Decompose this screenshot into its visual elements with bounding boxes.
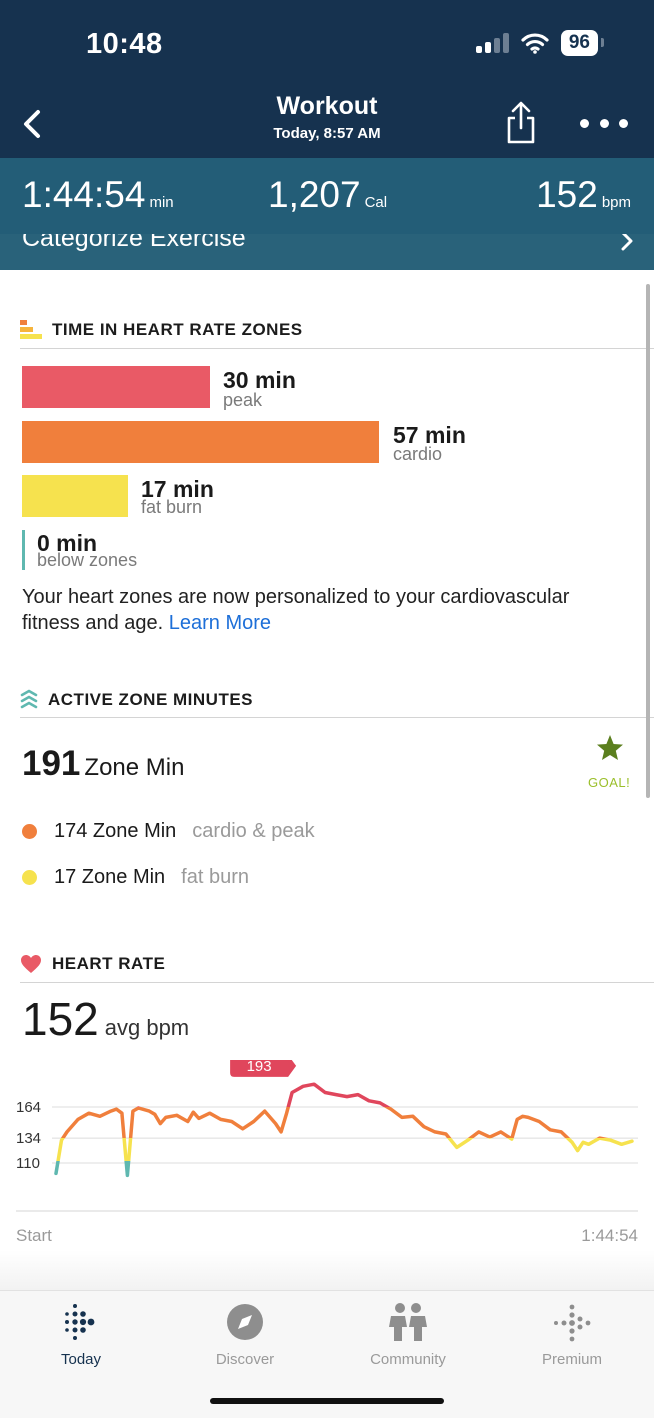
duration-stat: 1:44:54 min [22, 174, 174, 216]
heart-icon [21, 955, 41, 973]
zone-minutes-total: 191 Zone Min [22, 744, 184, 784]
tab-community-label: Community [370, 1351, 446, 1368]
heart-rate-value: 152 [536, 174, 598, 215]
calories-value: 1,207 [268, 174, 361, 215]
chevron-right-icon [621, 234, 633, 251]
zone-minutes-total-label: Zone Min [84, 754, 185, 781]
cardio-dot-icon [22, 824, 37, 839]
y-tick-label: 110 [16, 1155, 40, 1172]
average-heart-rate-value: 152 [22, 993, 99, 1045]
calories-unit: Cal [364, 194, 388, 211]
cardio-peak-zone-minutes-row: 174 Zone Min cardio & peak [22, 820, 315, 843]
fat-burn-zone-minutes-row: 17 Zone Min fat burn [22, 866, 249, 889]
section-title: TIME IN HEART RATE ZONES [52, 320, 303, 339]
tab-premium[interactable]: Premium [507, 1299, 637, 1368]
fat-burn-zone-bar [22, 475, 128, 517]
premium-dots-icon [554, 1304, 591, 1342]
today-dots-icon [65, 1304, 95, 1340]
section-title: HEART RATE [52, 954, 166, 973]
cardio-zone-label: cardio [393, 444, 443, 464]
tab-community[interactable]: Community [343, 1299, 473, 1368]
calories-stat: 1,207 Cal [268, 174, 387, 216]
heart-rate-stat: 152 bpm [536, 174, 631, 216]
tab-today[interactable]: Today [16, 1299, 146, 1368]
more-options-icon[interactable] [580, 108, 628, 138]
fat-burn-dot-icon [22, 870, 37, 885]
cardio-peak-zone-minutes-label: cardio & peak [192, 820, 315, 842]
zone-minutes-total-value: 191 [22, 744, 81, 783]
home-indicator [210, 1398, 444, 1404]
tab-premium-label: Premium [541, 1351, 602, 1368]
cardio-zone-value: 57 min [393, 422, 466, 448]
heart-rate-chart: 164 134 110 193 [16, 1060, 638, 1212]
zones-info-text: Your heart zones are now personalized to… [22, 584, 632, 636]
peak-annotation-label: 193 [247, 1060, 272, 1075]
below-zones-label: below zones [37, 550, 138, 570]
categorize-exercise-row[interactable]: Categorize Exercise [0, 234, 654, 270]
active-zone-minutes-icon [20, 689, 38, 709]
tab-discover-label: Discover [215, 1351, 275, 1368]
x-axis-start-label: Start [16, 1226, 52, 1245]
zones-info-body: Your heart zones are now personalized to… [22, 586, 570, 634]
community-people-icon [389, 1303, 427, 1341]
cardio-peak-zone-minutes-value: 174 Zone Min [54, 820, 177, 842]
battery-indicator: 96 [560, 30, 605, 56]
fat-burn-zone-minutes-label: fat burn [181, 866, 249, 888]
average-heart-rate: 152 avg bpm [22, 992, 189, 1046]
heart-rate-unit: bpm [601, 194, 631, 211]
scrollbar[interactable] [646, 284, 650, 798]
x-axis-end-label: 1:44:54 [581, 1226, 638, 1245]
cellular-signal-icon [475, 33, 509, 53]
page-subtitle: Today, 8:57 AM [273, 125, 381, 142]
peak-zone-bar [22, 366, 210, 408]
active-zone-minutes-header: ACTIVE ZONE MINUTES [20, 689, 253, 711]
duration-value: 1:44:54 [22, 174, 146, 215]
status-time: 10:48 [86, 28, 163, 60]
heart-rate-series-line [54, 1082, 634, 1178]
page-title: Workout [276, 92, 378, 120]
section-title: ACTIVE ZONE MINUTES [48, 690, 254, 709]
share-icon[interactable] [502, 100, 540, 146]
scroll-fade [0, 1250, 654, 1290]
compass-icon [227, 1304, 263, 1340]
cardio-zone-bar [22, 421, 379, 463]
below-zones-bar [22, 530, 25, 570]
tab-today-label: Today [60, 1351, 102, 1368]
status-icons: 96 [475, 30, 605, 56]
y-tick-label: 134 [16, 1130, 41, 1147]
heart-rate-header: HEART RATE [20, 954, 165, 974]
divider [20, 717, 654, 718]
peak-annotation: 193 [230, 1060, 297, 1077]
app-header: 10:48 96 Workout Today, 8:57 AM [0, 0, 654, 158]
peak-zone-label: peak [223, 390, 263, 410]
workout-summary-bar: 1:44:54 min 1,207 Cal 152 bpm [0, 158, 654, 234]
duration-unit: min [149, 194, 174, 211]
learn-more-link[interactable]: Learn More [169, 612, 271, 634]
fat-burn-zone-label: fat burn [141, 497, 203, 517]
goal-star-icon [597, 735, 623, 760]
fat-burn-zone-minutes-value: 17 Zone Min [54, 866, 166, 888]
average-heart-rate-label: avg bpm [104, 1015, 190, 1040]
categorize-exercise-label: Categorize Exercise [22, 234, 246, 252]
y-tick-label: 164 [16, 1099, 41, 1116]
goal-label: GOAL! [588, 775, 631, 790]
divider [20, 982, 654, 983]
wifi-icon [521, 33, 549, 54]
zones-bars-icon [20, 320, 42, 339]
peak-zone-value: 30 min [223, 367, 296, 393]
divider [20, 348, 654, 349]
header-title-group: Workout Today, 8:57 AM [0, 92, 654, 142]
tab-discover[interactable]: Discover [180, 1299, 310, 1368]
heart-rate-zones-header: TIME IN HEART RATE ZONES [20, 320, 303, 340]
